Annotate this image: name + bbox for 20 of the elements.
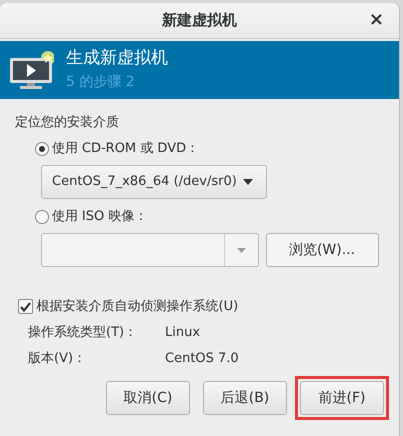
field-label: 版本(V)： xyxy=(28,350,88,368)
checkbox[interactable] xyxy=(18,299,34,314)
field-value: CentOS 7.0 xyxy=(165,350,239,368)
window-title: 新建虚拟机 xyxy=(162,10,237,32)
dialog-button[interactable]: 取消(C) xyxy=(106,381,190,415)
dialog-button[interactable]: 后退(B) xyxy=(203,381,287,415)
dropdown[interactable]: CentOS_7_x86_64 (/dev/sr0) xyxy=(41,165,267,199)
step-counter: 5 的步骤 2 xyxy=(66,73,136,92)
radio-label: 使用 ISO 映像： xyxy=(52,208,148,226)
radio-button[interactable] xyxy=(34,142,48,156)
header-title: 生成新虚拟机 xyxy=(66,46,168,69)
radio-label: 使用 CD-ROM 或 DVD： xyxy=(52,140,200,158)
close-button[interactable]: × xyxy=(366,9,387,31)
field-label: 操作系统类型(T)： xyxy=(28,324,138,342)
field-value: Linux xyxy=(165,324,200,342)
monitor-icon xyxy=(8,50,54,90)
section-label: 定位您的安装介质 xyxy=(15,114,120,132)
caret-icon xyxy=(243,179,254,185)
dialog-button[interactable]: 前进(F) xyxy=(300,381,384,415)
checkbox-label: 根据安装介质自动侦测操作系统(U) xyxy=(36,298,238,316)
